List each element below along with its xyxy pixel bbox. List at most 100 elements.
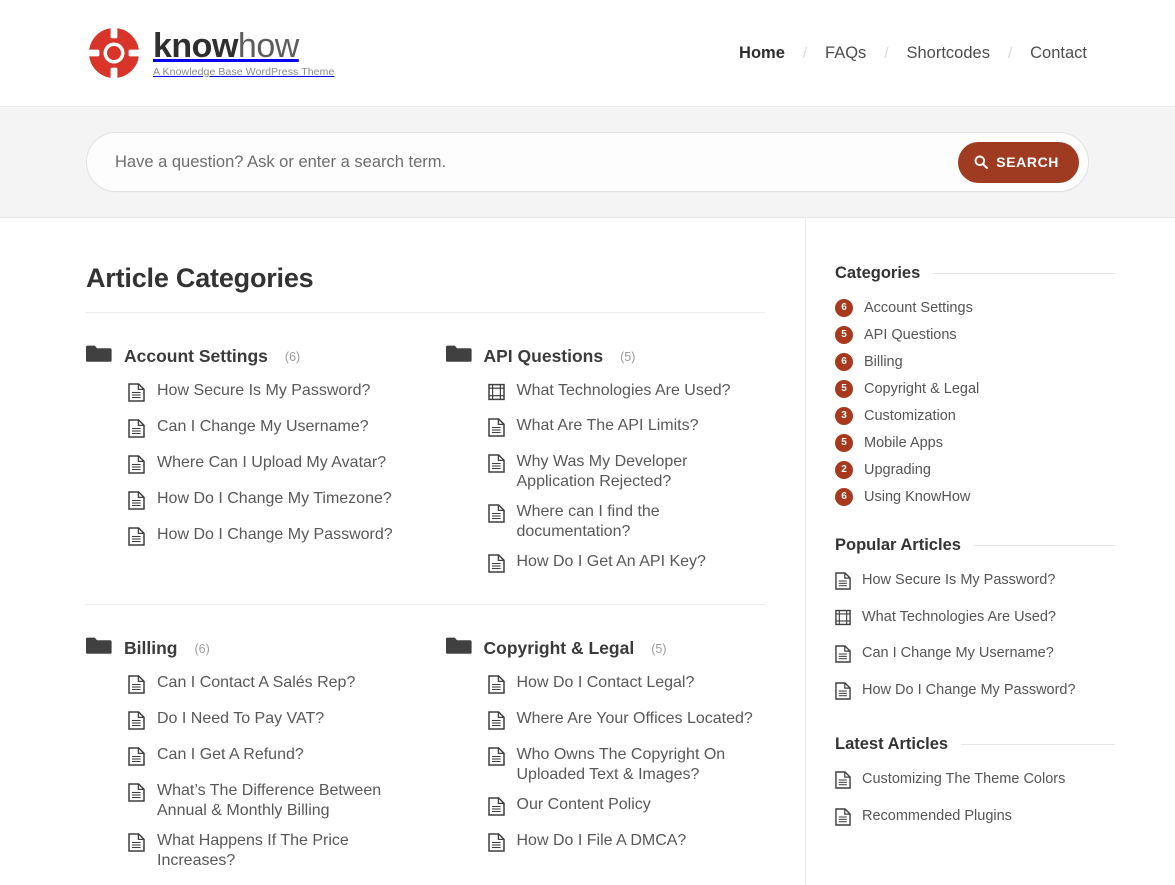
category-name: Copyright & Legal (484, 638, 635, 659)
list-item[interactable]: How Do I File A DMCA? (488, 831, 766, 857)
list-item[interactable]: Can I Change My Username? (128, 417, 406, 443)
category-header[interactable]: API Questions (5) (446, 344, 766, 369)
article-link[interactable]: How Secure Is My Password? (157, 381, 370, 401)
article-link[interactable]: What Technologies Are Used? (862, 608, 1056, 626)
nav-item-home[interactable]: Home (737, 44, 787, 63)
list-item[interactable]: How Do I Get An API Key? (488, 552, 766, 578)
nav-item-faqs[interactable]: FAQs (823, 44, 868, 63)
category-header[interactable]: Billing (6) (86, 636, 406, 661)
list-item[interactable]: How Do I Contact Legal? (488, 673, 766, 699)
nav-item-shortcodes[interactable]: Shortcodes (904, 44, 991, 63)
document-icon (835, 808, 851, 831)
site-header: knowhow A Knowledge Base WordPress Theme… (0, 0, 1175, 106)
article-link[interactable]: Why Was My Developer Application Rejecte… (517, 452, 766, 492)
sidebar-category-link[interactable]: Using KnowHow (864, 489, 970, 505)
article-link[interactable]: Can I Contact A Salés Rep? (157, 673, 355, 693)
list-item[interactable]: What Are The API Limits? (488, 416, 766, 442)
widget-title: Latest Articles (835, 735, 948, 754)
list-item[interactable]: What’s The Difference Between Annual & M… (128, 781, 406, 821)
list-item[interactable]: 6 Using KnowHow (835, 488, 1115, 506)
article-link[interactable]: Can I Change My Username? (157, 417, 369, 437)
document-icon (128, 675, 145, 699)
article-link[interactable]: How Do I File A DMCA? (517, 831, 687, 851)
nav-separator: / (868, 45, 904, 62)
article-link[interactable]: Where can I find the documentation? (517, 502, 766, 542)
list-item[interactable]: What Technologies Are Used? (488, 381, 766, 406)
article-link[interactable]: Do I Need To Pay VAT? (157, 709, 324, 729)
article-link[interactable]: What Happens If The Price Increases? (157, 831, 387, 871)
article-link[interactable]: What’s The Difference Between Annual & M… (157, 781, 406, 821)
widget-title-rule (974, 545, 1115, 546)
list-item[interactable]: How Secure Is My Password? (128, 381, 406, 407)
list-item[interactable]: 2 Upgrading (835, 461, 1115, 479)
widget-title: Categories (835, 264, 920, 283)
sidebar-category-link[interactable]: Copyright & Legal (864, 381, 979, 397)
list-item[interactable]: Our Content Policy (488, 795, 766, 821)
article-link[interactable]: How Do I Change My Password? (157, 525, 393, 545)
document-icon (835, 771, 851, 794)
sidebar-category-link[interactable]: Billing (864, 354, 903, 370)
list-item[interactable]: Why Was My Developer Application Rejecte… (488, 452, 766, 492)
category-header[interactable]: Account Settings (6) (86, 344, 406, 369)
article-link[interactable]: Our Content Policy (517, 795, 651, 815)
list-item[interactable]: Can I Change My Username? (835, 644, 1115, 668)
article-link[interactable]: How Do I Change My Password? (862, 681, 1076, 699)
list-item[interactable]: 6 Account Settings (835, 299, 1115, 317)
article-link[interactable]: Can I Change My Username? (862, 644, 1054, 662)
category-header[interactable]: Copyright & Legal (5) (446, 636, 766, 661)
article-link[interactable]: Can I Get A Refund? (157, 745, 304, 765)
sidebar-category-link[interactable]: Customization (864, 408, 956, 424)
list-item[interactable]: Recommended Plugins (835, 807, 1115, 831)
list-item[interactable]: Where Are Your Offices Located? (488, 709, 766, 735)
list-item[interactable]: Can I Get A Refund? (128, 745, 406, 771)
category-block-api-questions: API Questions (5) What Technologies Are … (446, 313, 766, 588)
list-item[interactable]: 3 Customization (835, 407, 1115, 425)
list-item[interactable]: Do I Need To Pay VAT? (128, 709, 406, 735)
article-link[interactable]: Where Can I Upload My Avatar? (157, 453, 386, 473)
search-input[interactable] (115, 153, 958, 172)
document-icon (488, 747, 505, 771)
widget-header: Categories (835, 264, 1115, 283)
list-item[interactable]: Where can I find the documentation? (488, 502, 766, 542)
nav-item-contact[interactable]: Contact (1028, 44, 1089, 63)
article-link[interactable]: How Do I Contact Legal? (517, 673, 695, 693)
sidebar-category-link[interactable]: API Questions (864, 327, 957, 343)
site-logo[interactable]: knowhow A Knowledge Base WordPress Theme (86, 25, 334, 81)
article-link[interactable]: What Technologies Are Used? (517, 381, 731, 401)
list-item[interactable]: How Do I Change My Password? (128, 525, 406, 551)
list-item[interactable]: What Happens If The Price Increases? (128, 831, 406, 871)
list-item[interactable]: 5 Mobile Apps (835, 434, 1115, 452)
list-item[interactable]: What Technologies Are Used? (835, 608, 1115, 631)
article-link[interactable]: Where Are Your Offices Located? (517, 709, 753, 729)
list-item[interactable]: 5 Copyright & Legal (835, 380, 1115, 398)
article-link[interactable]: Who Owns The Copyright On Uploaded Text … (517, 745, 757, 785)
folder-icon (446, 344, 472, 369)
sidebar-category-link[interactable]: Upgrading (864, 462, 931, 478)
search-box[interactable]: SEARCH (86, 132, 1089, 192)
sidebar-category-link[interactable]: Account Settings (864, 300, 973, 316)
count-badge: 5 (835, 326, 853, 344)
latest-article-list: Customizing The Theme Colors Recommended… (835, 770, 1115, 831)
list-item[interactable]: How Do I Change My Password? (835, 681, 1115, 705)
list-item[interactable]: Where Can I Upload My Avatar? (128, 453, 406, 479)
document-icon (128, 783, 145, 807)
list-item[interactable]: 6 Billing (835, 353, 1115, 371)
list-item[interactable]: How Do I Change My Timezone? (128, 489, 406, 515)
list-item[interactable]: Customizing The Theme Colors (835, 770, 1115, 794)
list-item[interactable]: How Secure Is My Password? (835, 571, 1115, 595)
category-count: (6) (285, 350, 300, 364)
page-body: Article Categories Account Settings (6) (0, 218, 1175, 885)
article-list: What Technologies Are Used? What Are The… (446, 381, 766, 578)
article-link[interactable]: Recommended Plugins (862, 807, 1012, 825)
article-link[interactable]: What Are The API Limits? (517, 416, 699, 436)
document-icon (835, 572, 851, 595)
list-item[interactable]: 5 API Questions (835, 326, 1115, 344)
article-link[interactable]: How Secure Is My Password? (862, 571, 1055, 589)
list-item[interactable]: Can I Contact A Salés Rep? (128, 673, 406, 699)
article-link[interactable]: Customizing The Theme Colors (862, 770, 1065, 788)
list-item[interactable]: Who Owns The Copyright On Uploaded Text … (488, 745, 766, 785)
sidebar-category-link[interactable]: Mobile Apps (864, 435, 943, 451)
article-link[interactable]: How Do I Change My Timezone? (157, 489, 392, 509)
search-button[interactable]: SEARCH (958, 142, 1079, 183)
article-link[interactable]: How Do I Get An API Key? (517, 552, 706, 572)
